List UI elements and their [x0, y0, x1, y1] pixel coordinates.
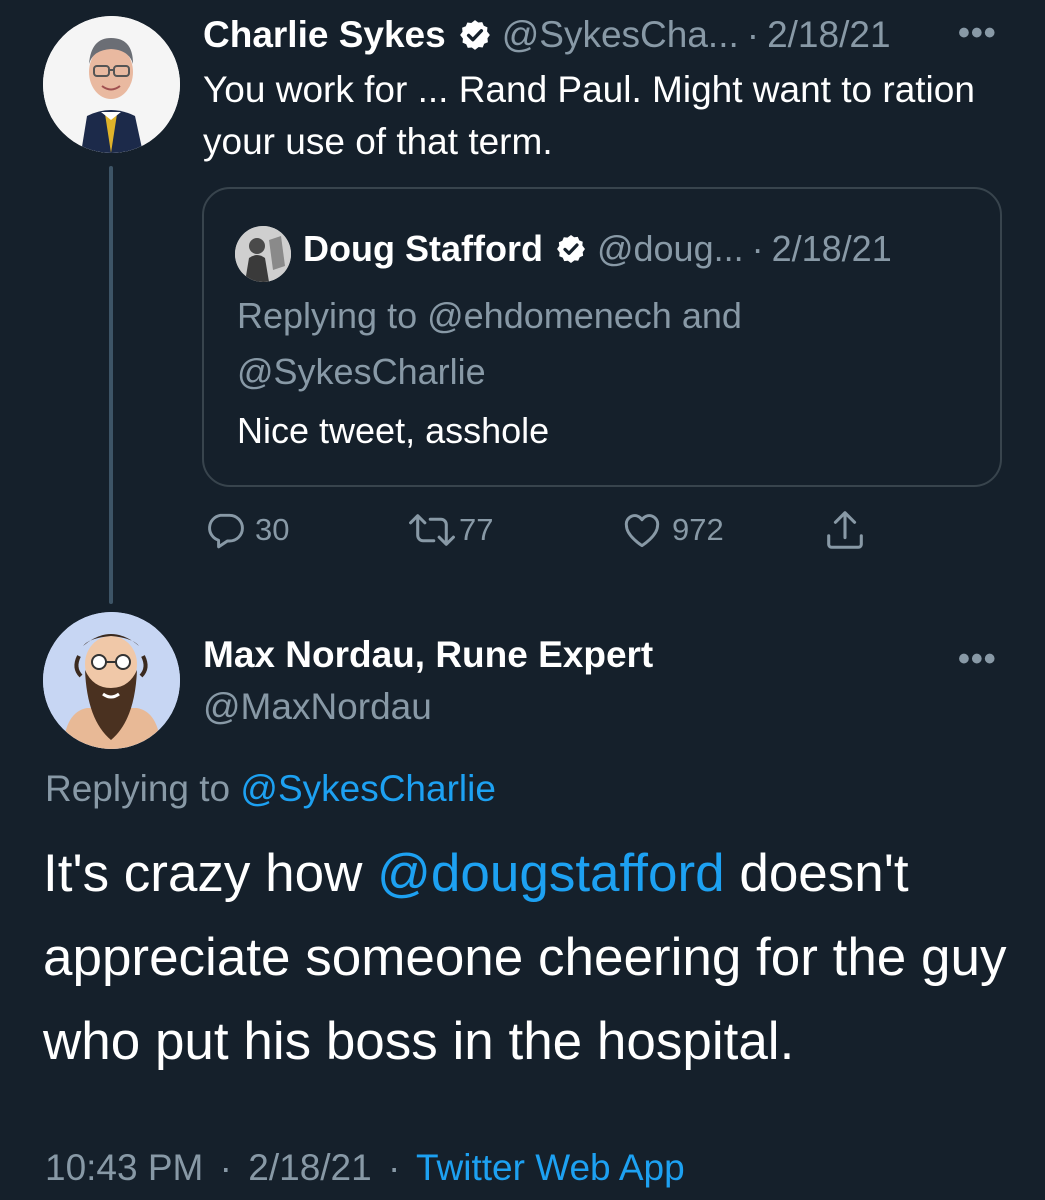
avatar-max-nordau[interactable]: [43, 612, 180, 749]
reply-count: 30: [255, 512, 290, 547]
tweet-metadata: 10:43 PM · 2/18/21 · Twitter Web App: [45, 1147, 685, 1189]
quoted-author-name: Doug Stafford: [303, 228, 543, 269]
avatar-portrait-icon: [43, 16, 180, 153]
reply-icon: [208, 513, 244, 549]
avatar-cartoon-icon: [43, 612, 180, 749]
retweet-icon: [409, 514, 455, 546]
share-button[interactable]: [822, 506, 868, 554]
replying-to-line: Replying to @SykesCharlie: [45, 768, 496, 810]
parent-date[interactable]: 2/18/21: [767, 14, 890, 56]
parent-tweet-header: Charlie Sykes @SykesCha... · 2/18/21: [203, 10, 891, 60]
reply-author-name[interactable]: Max Nordau, Rune Expert: [203, 634, 653, 676]
thread-connector-line: [109, 166, 113, 604]
like-count: 972: [672, 512, 724, 547]
parent-tweet-text: You work for ... Rand Paul. Might want t…: [203, 69, 975, 162]
more-options-icon[interactable]: •••: [958, 640, 997, 679]
reply-tweet-text: It's crazy how @dougstafford doesn't app…: [43, 832, 1033, 1084]
like-icon: [624, 514, 660, 548]
quoted-replying-to: Replying to @ehdomenech and @SykesCharli…: [237, 295, 742, 392]
quoted-handle: @doug...: [596, 228, 744, 269]
reply-button[interactable]: 30: [203, 506, 289, 554]
more-options-icon[interactable]: •••: [958, 14, 997, 53]
tweet-date: 2/18/21: [248, 1147, 372, 1188]
verified-badge-icon: [459, 20, 490, 50]
avatar-photo-icon: [235, 226, 291, 282]
meta-separator: ·: [219, 1147, 232, 1188]
avatar-charlie-sykes[interactable]: [43, 16, 180, 153]
replying-to-prefix: Replying to: [45, 768, 231, 809]
tweet-source-link[interactable]: Twitter Web App: [416, 1147, 685, 1188]
meta-separator-2: ·: [388, 1147, 401, 1188]
like-button[interactable]: 972: [620, 506, 724, 554]
header-separator: ·: [746, 14, 760, 55]
share-icon: [827, 511, 863, 549]
verified-badge-icon: [556, 235, 585, 263]
parent-handle[interactable]: @SykesCha...: [502, 14, 739, 56]
mention-link[interactable]: @dougstafford: [377, 844, 725, 903]
quoted-tweet-text: Nice tweet, asshole: [237, 410, 550, 451]
reply-author-handle[interactable]: @MaxNordau: [203, 686, 432, 728]
parent-author-name[interactable]: Charlie Sykes: [203, 14, 446, 56]
quoted-date: 2/18/21: [771, 228, 892, 269]
retweet-count: 77: [459, 512, 494, 547]
quoted-tweet-header: Doug Stafford @doug... · 2/18/21: [303, 224, 892, 274]
retweet-button[interactable]: 77: [407, 506, 493, 554]
reply-text-before: It's crazy how: [43, 844, 378, 903]
quoted-separator: ·: [751, 228, 764, 269]
replying-to-handle-link[interactable]: @SykesCharlie: [240, 768, 496, 809]
avatar-doug-stafford: [235, 226, 291, 282]
tweet-time: 10:43 PM: [45, 1147, 204, 1188]
